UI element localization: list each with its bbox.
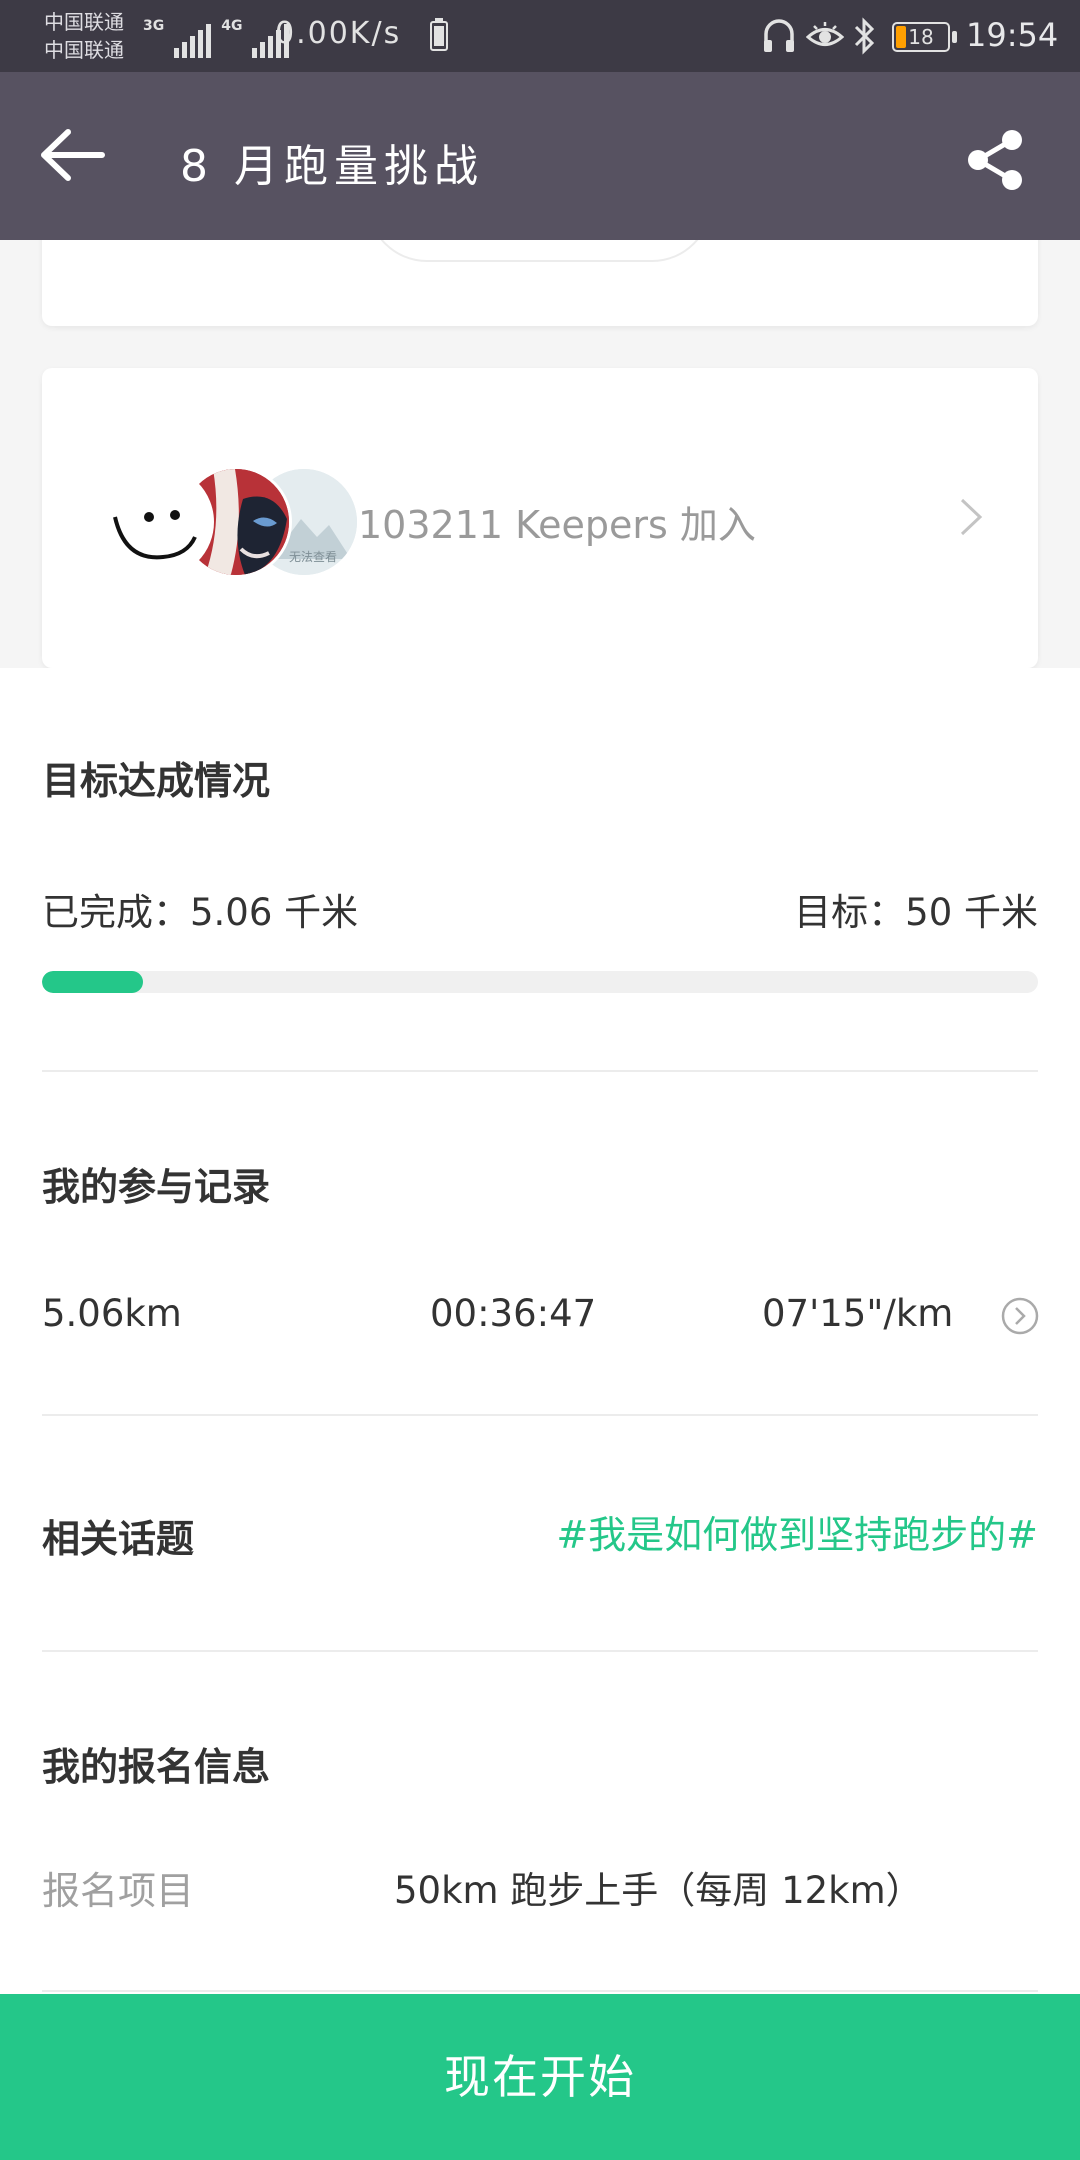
start-now-button[interactable]: 现在开始: [0, 1994, 1080, 2160]
record-duration: 00:36:47: [430, 1292, 597, 1335]
record-distance: 5.06km: [42, 1292, 182, 1335]
signal-indicators: 3G 4G: [143, 14, 290, 58]
members-count-text: 103211 Keepers 加入: [358, 503, 756, 547]
registration-label: 报名项目: [42, 1869, 195, 1913]
goal-target: 目标：50 千米: [794, 891, 1038, 934]
goal-progress-bar: [42, 971, 1038, 993]
eye-comfort-icon: [806, 22, 844, 46]
headphones-icon: [764, 19, 794, 52]
records-section-title: 我的参与记录: [42, 1165, 271, 1209]
page-title: 8 月跑量挑战: [180, 141, 484, 192]
carrier-info: 中国联通 中国联通: [44, 8, 124, 64]
carrier-label-2: 中国联通: [44, 38, 124, 62]
record-pace: 07'15"/km: [762, 1292, 954, 1335]
main-content: 目标达成情况 已完成：5.06 千米 目标：50 千米 我的参与记录 5.06k…: [0, 668, 1080, 2160]
registration-section-title: 我的报名信息: [42, 1745, 271, 1789]
goal-section-title: 目标达成情况: [42, 759, 271, 803]
topics-section-title: 相关话题: [42, 1517, 195, 1561]
divider: [42, 1414, 1038, 1416]
avatar: [102, 466, 214, 578]
battery-icon: 18: [892, 22, 950, 52]
chevron-right-icon: [960, 498, 983, 536]
battery-saver-icon: [430, 18, 448, 51]
goal-completed: 已完成：5.06 千米: [42, 891, 359, 934]
members-card[interactable]: 无法查看 103211 Keepers 加入: [42, 368, 1038, 668]
goal-progress-fill: [42, 971, 143, 993]
bluetooth-icon: [854, 17, 875, 55]
network-speed: 0.00K/s: [275, 16, 402, 51]
topic-link[interactable]: #我是如何做到坚持跑步的#: [556, 1504, 1038, 1559]
divider: [42, 1990, 1038, 1992]
network-type-1: 3G: [143, 18, 165, 34]
network-type-2: 4G: [221, 18, 243, 34]
record-detail-chevron-icon[interactable]: [1000, 1296, 1040, 1336]
signal-bars-1-icon: [174, 24, 212, 58]
clock: 19:54: [966, 16, 1059, 54]
status-bar: 中国联通 中国联通 3G 4G 0.00K/s 18 19:54: [0, 0, 1080, 72]
divider: [42, 1650, 1038, 1652]
carrier-label-1: 中国联通: [44, 10, 124, 34]
app-header: 8 月跑量挑战: [0, 72, 1080, 240]
share-icon[interactable]: [960, 124, 1032, 196]
battery-cap: [952, 31, 957, 43]
divider: [42, 1070, 1038, 1072]
battery-level: 18: [908, 25, 934, 49]
back-arrow-icon[interactable]: [38, 124, 110, 186]
registration-value: 50km 跑步上手（每周 12km）: [394, 1869, 923, 1912]
avatar-watermark: 无法查看: [289, 550, 337, 564]
